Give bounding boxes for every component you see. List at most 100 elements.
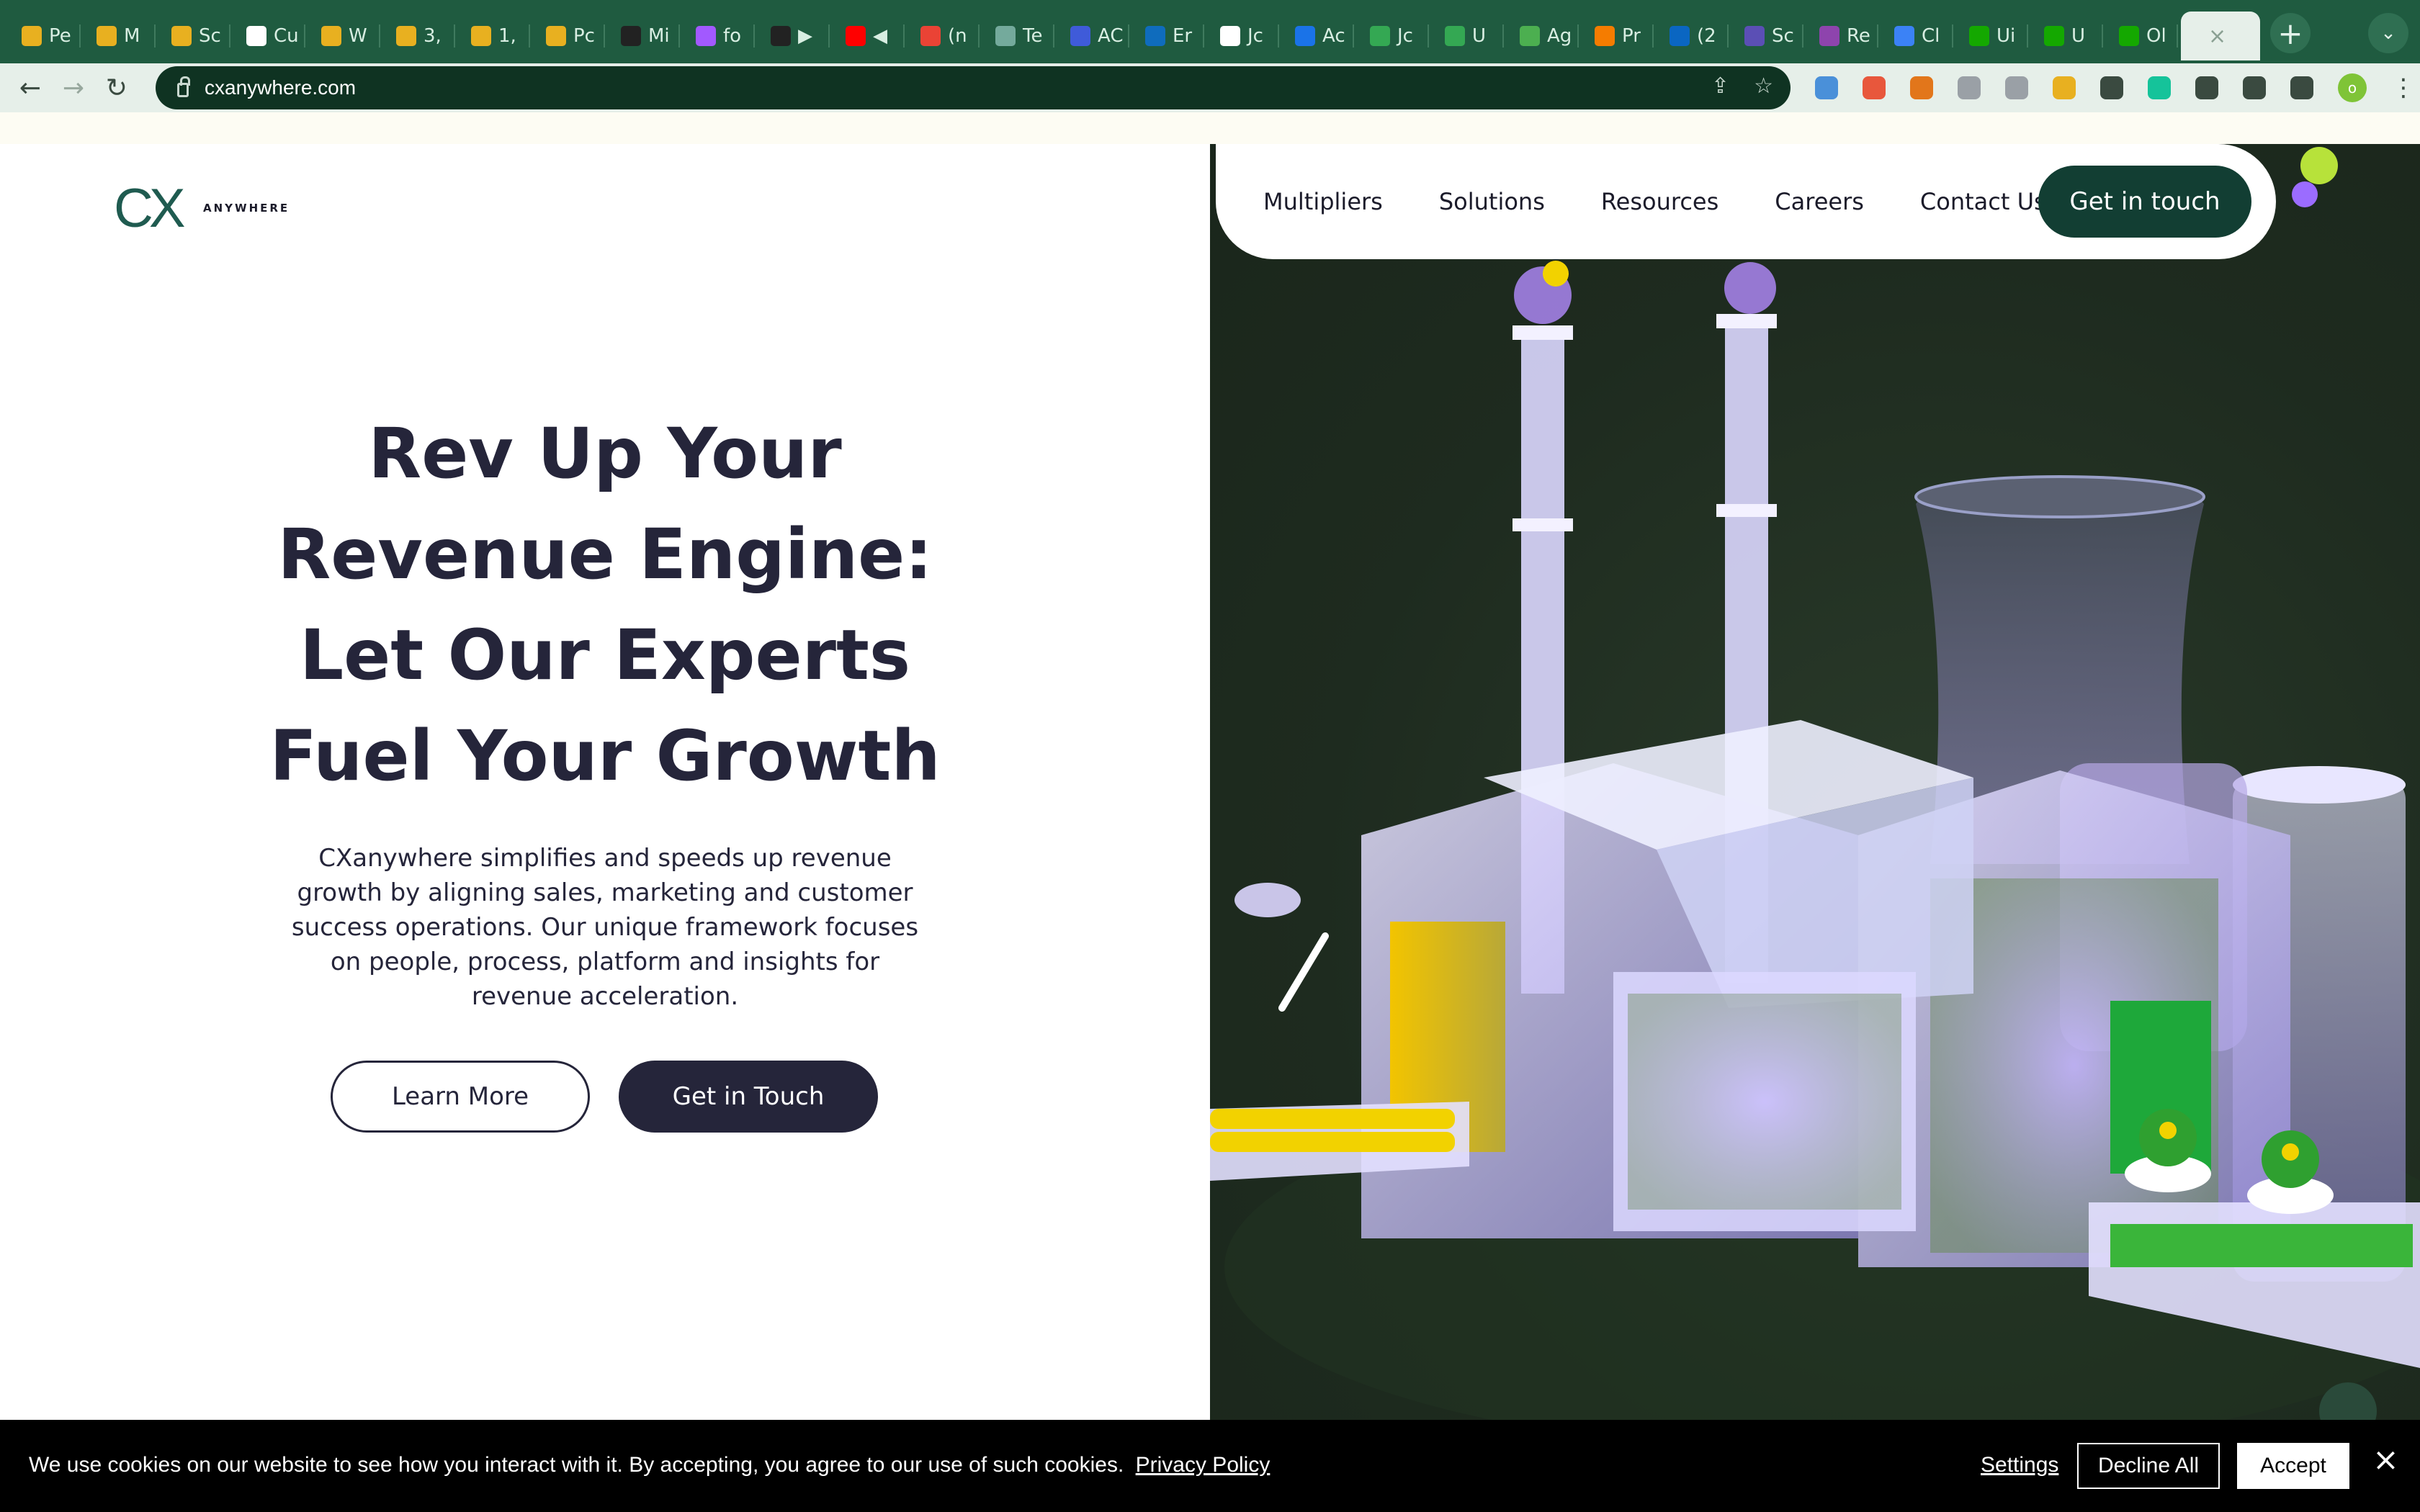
broom-icon <box>321 26 341 46</box>
browser-tab[interactable]: Pr <box>1582 12 1654 60</box>
x-circle-icon[interactable] <box>1863 76 1886 99</box>
get-in-touch-button[interactable]: Get in Touch <box>619 1061 878 1133</box>
browser-tab[interactable]: 3, <box>383 12 455 60</box>
info-icon <box>1220 26 1240 46</box>
broom-icon <box>22 26 42 46</box>
grammarly-icon[interactable] <box>2148 76 2171 99</box>
cxanywhere-logo[interactable]: CX ANYWHERE <box>114 181 287 236</box>
bookmark-star-icon[interactable]: ☆ <box>1754 73 1773 99</box>
learn-more-button[interactable]: Learn More <box>331 1061 590 1133</box>
factory-illustration-graphic <box>1210 147 2420 1420</box>
back-arrow-icon[interactable]: ← <box>9 66 52 109</box>
browser-tab[interactable]: (2 <box>1657 12 1729 60</box>
react-icon <box>1819 26 1839 46</box>
nav-resources[interactable]: Resources <box>1601 188 1718 215</box>
browser-tab[interactable]: M <box>84 12 156 60</box>
tab-title: Jc <box>1397 25 1413 47</box>
share-icon[interactable]: ⇪ <box>1711 73 1729 99</box>
browser-tab[interactable]: Sc <box>1731 12 1803 60</box>
edge-icon[interactable] <box>1815 76 1838 99</box>
browser-tab[interactable]: W <box>308 12 380 60</box>
figma-icon <box>696 26 716 46</box>
browser-tab[interactable]: Er <box>1132 12 1204 60</box>
browser-tab[interactable]: Ac <box>1282 12 1354 60</box>
tab-title: ▶ <box>798 25 812 47</box>
browser-tab[interactable]: (n <box>908 12 980 60</box>
browser-tab[interactable]: ▶ <box>758 12 830 60</box>
new-tab-button[interactable]: + <box>2270 13 2311 53</box>
browser-tab[interactable]: 1, <box>458 12 530 60</box>
browser-tab[interactable]: Cu <box>233 12 305 60</box>
tab-title: Te <box>1023 25 1043 47</box>
outlook-icon <box>1145 26 1165 46</box>
browser-tab[interactable]: Cl <box>1881 12 1953 60</box>
forward-arrow-icon[interactable]: → <box>52 66 95 109</box>
decline-all-button[interactable]: Decline All <box>2077 1443 2220 1489</box>
menu-kebab-icon[interactable]: ⋮ <box>2391 73 2416 102</box>
phone-icon <box>1370 26 1390 46</box>
tab-strip: Pe M Sc Cu W 3, 1, Pc Mi fo ▶ ◀ (n Te AC Er Jc Ac Jc U Ag Pr (… <box>0 0 2420 63</box>
logo-wordmark: ANYWHERE <box>203 202 290 215</box>
loop-icon <box>1520 26 1540 46</box>
nav-contact-us[interactable]: Contact Us <box>1920 188 2046 215</box>
playlist-icon[interactable] <box>2243 76 2266 99</box>
hero-section: Rev Up Your Revenue Engine: Let Our Expe… <box>0 403 1210 1014</box>
sidepanel-icon[interactable] <box>2290 76 2313 99</box>
browser-tab[interactable]: fo <box>683 12 755 60</box>
cookie-message: We use cookies on our website to see how… <box>29 1453 1270 1477</box>
tab-title: Ol <box>2146 25 2166 47</box>
address-bar[interactable]: cxanywhere.com ⇪ ☆ <box>156 66 1791 109</box>
nav-multipliers[interactable]: Multipliers <box>1263 188 1383 215</box>
browser-tab[interactable]: Pc <box>533 12 605 60</box>
gmail-icon <box>920 26 941 46</box>
active-tab[interactable]: × <box>2181 12 2260 60</box>
tab-title: Sc <box>199 25 221 47</box>
tab-title: Pr <box>1622 25 1641 47</box>
tab-title: Er <box>1173 25 1193 47</box>
close-icon[interactable]: × <box>2372 1441 2399 1478</box>
tab-title: W <box>349 25 367 47</box>
tab-title: U <box>1472 25 1487 47</box>
browser-tab[interactable]: Ag <box>1507 12 1579 60</box>
square-icon <box>1445 26 1465 46</box>
browser-tab[interactable]: Jc <box>1207 12 1279 60</box>
url-text[interactable]: cxanywhere.com <box>205 76 356 99</box>
miro-icon <box>621 26 641 46</box>
browser-tab[interactable]: Mi <box>608 12 680 60</box>
c-icon <box>1894 26 1914 46</box>
lock-icon[interactable] <box>177 76 190 97</box>
tab-title: Jc <box>1247 25 1263 47</box>
upwork-icon <box>2119 26 2139 46</box>
profile-avatar[interactable]: o <box>2338 73 2367 102</box>
tab-close-icon[interactable]: × <box>2208 24 2226 49</box>
reload-icon[interactable]: ↻ <box>95 66 138 109</box>
extensions-row: o ⋮ <box>1815 66 2416 109</box>
image-icon[interactable] <box>2100 76 2123 99</box>
puzzle-icon[interactable] <box>2195 76 2218 99</box>
nav-get-in-touch-button[interactable]: Get in touch <box>2038 166 2251 238</box>
nav-solutions[interactable]: Solutions <box>1439 188 1545 215</box>
browser-tab[interactable]: U <box>2031 12 2103 60</box>
metamask-icon[interactable] <box>1910 76 1933 99</box>
v-icon[interactable] <box>1958 76 1981 99</box>
tab-search-chevron-icon[interactable]: ⌄ <box>2368 13 2408 53</box>
browser-tab[interactable]: Pe <box>9 12 81 60</box>
browser-tab[interactable]: U <box>1432 12 1504 60</box>
nav-careers[interactable]: Careers <box>1775 188 1864 215</box>
browser-tab[interactable]: Sc <box>158 12 230 60</box>
broom-icon[interactable] <box>2053 76 2076 99</box>
target-icon[interactable] <box>2005 76 2028 99</box>
privacy-policy-link[interactable]: Privacy Policy <box>1136 1453 1270 1477</box>
tab-title: (2 <box>1697 25 1716 47</box>
browser-tab[interactable]: Te <box>982 12 1054 60</box>
browser-tab[interactable]: AC <box>1057 12 1129 60</box>
browser-tab[interactable]: Jc <box>1357 12 1429 60</box>
factory-illustration <box>1210 144 2420 1420</box>
browser-tab[interactable]: Ol <box>2106 12 2178 60</box>
cookie-settings-link[interactable]: Settings <box>1981 1453 2058 1477</box>
browser-tab[interactable]: Re <box>1806 12 1878 60</box>
print-icon <box>1070 26 1090 46</box>
browser-tab[interactable]: ◀ <box>833 12 905 60</box>
accept-button[interactable]: Accept <box>2237 1443 2349 1489</box>
browser-tab[interactable]: Ui <box>1956 12 2028 60</box>
